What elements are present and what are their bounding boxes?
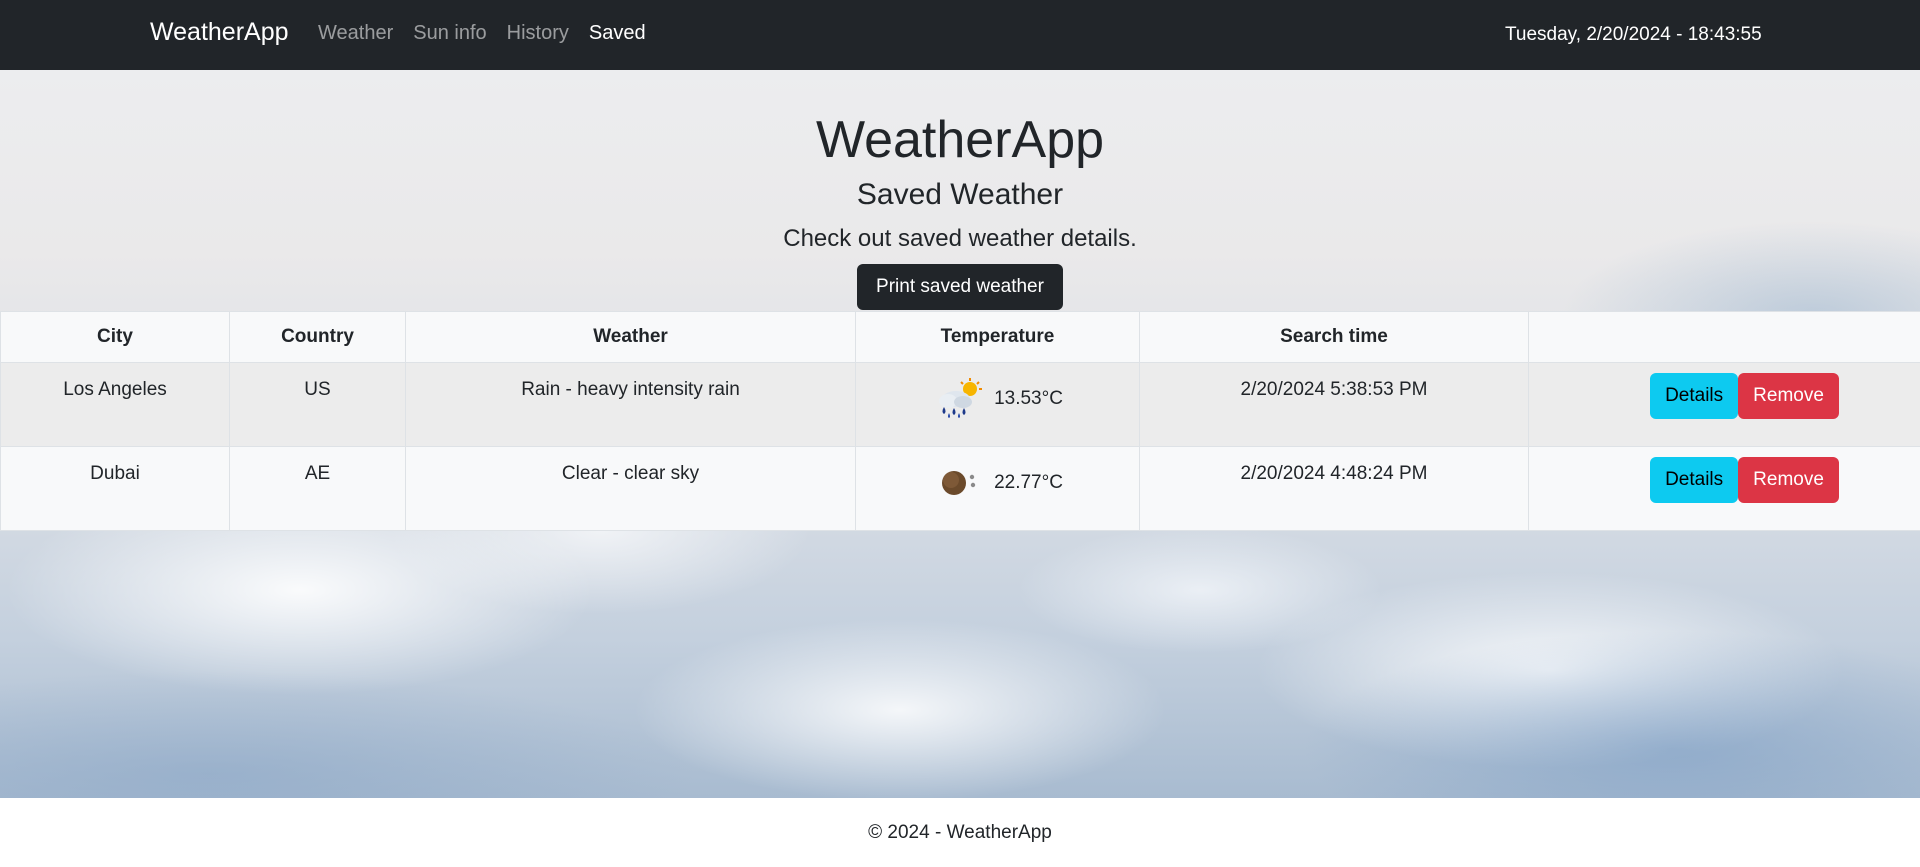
- sky-background-decoration: [1300, 630, 1920, 798]
- country-cell: US: [229, 362, 406, 447]
- column-header-temperature: Temperature: [855, 311, 1140, 363]
- search-time-cell: 2/20/2024 5:38:53 PM: [1139, 362, 1529, 447]
- nav-link-sun-info[interactable]: Sun info: [413, 22, 486, 45]
- remove-button[interactable]: Remove: [1738, 457, 1839, 503]
- nav-links: Weather Sun info History Saved: [318, 22, 666, 45]
- column-header-weather: Weather: [405, 311, 856, 363]
- footer-copyright: © 2024 - WeatherApp: [868, 822, 1052, 843]
- page-description: Check out saved weather details.: [783, 225, 1137, 252]
- temperature-cell: 13.53°C: [855, 362, 1140, 447]
- footer: © 2024 - WeatherApp: [0, 798, 1920, 867]
- table-header-row: City Country Weather Temperature Search …: [0, 311, 1920, 363]
- actions-cell: Details Remove: [1528, 446, 1920, 531]
- navbar: WeatherApp Weather Sun info History Save…: [0, 0, 1920, 70]
- remove-button[interactable]: Remove: [1738, 373, 1839, 419]
- saved-weather-table: City Country Weather Temperature Search …: [0, 311, 1920, 531]
- details-button[interactable]: Details: [1650, 373, 1739, 419]
- details-button[interactable]: Details: [1650, 457, 1739, 503]
- page-title: WeatherApp: [815, 111, 1105, 169]
- nav-link-history[interactable]: History: [507, 22, 569, 45]
- temperature-value: 22.77°C: [994, 472, 1063, 493]
- column-header-country: Country: [229, 311, 406, 363]
- nav-link-weather[interactable]: Weather: [318, 22, 393, 45]
- actions-cell: Details Remove: [1528, 362, 1920, 447]
- country-cell: AE: [229, 446, 406, 531]
- column-header-city: City: [0, 311, 230, 363]
- table-row: Dubai AE Clear - clear sky 22.77°C 2/20/…: [0, 446, 1920, 531]
- temperature-value: 13.53°C: [994, 388, 1063, 409]
- temperature-cell: 22.77°C: [855, 446, 1140, 531]
- city-cell: Los Angeles: [0, 362, 230, 447]
- column-header-actions: [1528, 311, 1920, 363]
- main-content: WeatherApp Saved Weather Check out saved…: [0, 70, 1920, 798]
- clear-sky-icon: [942, 471, 976, 495]
- weather-cell: Clear - clear sky: [405, 446, 856, 531]
- city-cell: Dubai: [0, 446, 230, 531]
- search-time-cell: 2/20/2024 4:48:24 PM: [1139, 446, 1529, 531]
- rain-sun-icon: [939, 378, 983, 418]
- sky-background-decoration: [0, 670, 700, 798]
- brand-link[interactable]: WeatherApp: [150, 18, 289, 47]
- column-header-search-time: Search time: [1139, 311, 1529, 363]
- weather-cell: Rain - heavy intensity rain: [405, 362, 856, 447]
- current-datetime: Tuesday, 2/20/2024 - 18:43:55: [1505, 24, 1762, 45]
- page-subtitle: Saved Weather: [856, 178, 1064, 211]
- table-row: Los Angeles US Rain - heavy intensity ra…: [0, 362, 1920, 447]
- nav-link-saved[interactable]: Saved: [589, 22, 646, 45]
- print-saved-weather-button[interactable]: Print saved weather: [857, 264, 1063, 310]
